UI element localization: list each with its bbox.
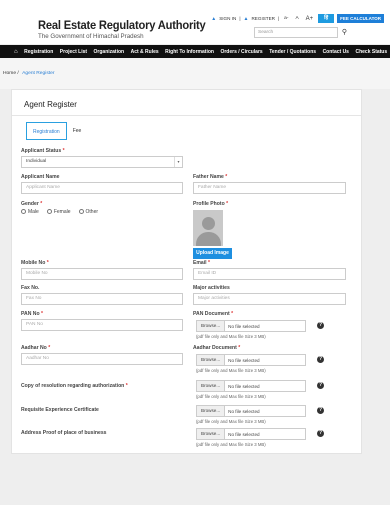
- site-title: Real Estate Regulatory Authority: [38, 20, 206, 32]
- pan-document-label: PAN Document *: [193, 311, 234, 317]
- file-hint: (pdf file only and Max file Size 3 MB): [196, 442, 266, 447]
- help-icon[interactable]: ?: [317, 407, 324, 414]
- father-name-input[interactable]: Father Name: [193, 182, 346, 194]
- search-input[interactable]: Search: [254, 27, 338, 38]
- pan-label: PAN No *: [21, 311, 43, 317]
- pan-document-file-input[interactable]: Browse... No file selected: [196, 320, 306, 332]
- browse-button[interactable]: Browse...: [197, 355, 226, 365]
- help-icon[interactable]: ?: [317, 430, 324, 437]
- nav-item[interactable]: Tender / Quotations: [269, 49, 316, 55]
- help-icon[interactable]: ?: [317, 382, 324, 389]
- address-proof-file-input[interactable]: Browse... No file selected: [196, 428, 306, 440]
- fax-input[interactable]: Fax No: [21, 293, 183, 305]
- user-icon: ▲: [211, 15, 217, 22]
- site-subtitle: The Government of Himachal Pradesh: [38, 33, 144, 40]
- applicant-name-input[interactable]: Applicant Name: [21, 182, 183, 194]
- language-toggle[interactable]: हिं: [318, 14, 335, 23]
- divider: [12, 115, 361, 116]
- divider: |: [277, 16, 280, 21]
- file-hint: (pdf file only and Max file Size 3 MB): [196, 419, 266, 424]
- file-hint: (pdf file only and Max file Size 3 MB): [196, 368, 266, 373]
- file-hint: (pdf file only and Max file Size 3 MB): [196, 334, 266, 339]
- experience-file-input[interactable]: Browse... No file selected: [196, 405, 306, 417]
- nav-item[interactable]: Contact Us: [323, 49, 349, 55]
- experience-label: Requisite Experience Certificate: [21, 407, 99, 413]
- nav-item[interactable]: Project List: [60, 49, 87, 55]
- font-normal-button[interactable]: A: [295, 16, 298, 21]
- applicant-status-select[interactable]: Individual ▾: [21, 156, 183, 168]
- page: Real Estate Regulatory Authority The Gov…: [0, 0, 390, 505]
- email-label: Email *: [193, 260, 210, 266]
- gender-female-radio[interactable]: Female: [46, 209, 71, 215]
- browse-button[interactable]: Browse...: [197, 321, 226, 331]
- gender-male-radio[interactable]: Male: [21, 209, 39, 215]
- nav-item[interactable]: Check Status: [355, 49, 387, 55]
- file-status: No file selected: [228, 357, 260, 363]
- breadcrumb-current: Agent Register: [22, 71, 55, 76]
- file-status: No file selected: [228, 383, 260, 389]
- file-status: No file selected: [228, 323, 260, 329]
- breadcrumb: Home / Agent Register: [0, 58, 390, 89]
- resolution-label: Copy of resolution regarding authorizati…: [21, 383, 128, 389]
- aadhar-document-file-input[interactable]: Browse... No file selected: [196, 354, 306, 366]
- aadhar-document-label: Aadhar Document *: [193, 345, 241, 351]
- form-tabs: Registration Fee: [26, 122, 87, 140]
- tab-registration[interactable]: Registration: [26, 122, 67, 140]
- major-activities-label: Major activities: [193, 285, 230, 291]
- pan-input[interactable]: PAN No: [21, 319, 183, 331]
- major-activities-input[interactable]: Major activities: [193, 293, 346, 305]
- gender-other-radio[interactable]: Other: [78, 209, 98, 215]
- browse-button[interactable]: Browse...: [197, 406, 226, 416]
- mobile-input[interactable]: Mobile No: [21, 268, 183, 280]
- top-links: ▲ SIGN IN | ▲ REGISTER | a- A A+ हिं FEE…: [211, 14, 384, 23]
- font-decrease-button[interactable]: a-: [284, 16, 288, 21]
- home-icon[interactable]: ⌂: [14, 49, 18, 55]
- email-input[interactable]: Email ID: [193, 268, 346, 280]
- applicant-name-label: Applicant Name: [21, 174, 60, 180]
- form-title: Agent Register: [24, 100, 77, 109]
- browse-button[interactable]: Browse...: [197, 381, 226, 391]
- signin-link[interactable]: SIGN IN: [219, 16, 236, 21]
- profile-photo-label: Profile Photo *: [193, 201, 229, 207]
- address-proof-label: Address Proof of place of business: [21, 430, 107, 436]
- nav-item[interactable]: Orders / Circulars: [220, 49, 262, 55]
- help-icon[interactable]: ?: [317, 356, 324, 363]
- tab-fee[interactable]: Fee: [67, 122, 88, 140]
- help-icon[interactable]: ?: [317, 322, 324, 329]
- site-header: Real Estate Regulatory Authority The Gov…: [0, 0, 390, 44]
- upload-image-button[interactable]: Upload Image: [193, 248, 232, 259]
- file-status: No file selected: [228, 431, 260, 437]
- gender-label: Gender *: [21, 201, 43, 207]
- browse-button[interactable]: Browse...: [197, 429, 226, 439]
- chevron-down-icon: ▾: [174, 157, 182, 167]
- nav-item[interactable]: Organization: [94, 49, 125, 55]
- fee-calculator-button[interactable]: FEE CALCULATOR: [337, 14, 384, 23]
- font-increase-button[interactable]: A+: [306, 16, 314, 22]
- breadcrumb-home[interactable]: Home: [3, 71, 16, 76]
- breadcrumb-sep: /: [17, 71, 19, 76]
- search-icon[interactable]: ⚲: [338, 27, 351, 38]
- nav-item[interactable]: Act & Rules: [131, 49, 159, 55]
- avatar-placeholder-icon: [193, 210, 223, 246]
- file-status: No file selected: [228, 408, 260, 414]
- resolution-file-input[interactable]: Browse... No file selected: [196, 380, 306, 392]
- aadhar-input[interactable]: Aadhar No: [21, 353, 183, 365]
- divider: |: [239, 16, 241, 21]
- aadhar-label: Aadhar No *: [21, 345, 51, 351]
- main-nav: ⌂ Registration Project List Organization…: [0, 45, 390, 58]
- nav-item[interactable]: Right To Information: [165, 49, 214, 55]
- father-name-label: Father Name *: [193, 174, 228, 180]
- applicant-status-label: Applicant Status *: [21, 148, 65, 154]
- file-hint: (pdf file only and Max file Size 3 MB): [196, 394, 266, 399]
- mobile-label: Mobile No *: [21, 260, 49, 266]
- nav-item[interactable]: Registration: [24, 49, 53, 55]
- register-icon: ▲: [243, 15, 249, 22]
- gender-radio-group: Male Female Other: [21, 209, 98, 215]
- register-link[interactable]: REGISTER: [251, 16, 274, 21]
- fax-label: Fax No.: [21, 285, 40, 291]
